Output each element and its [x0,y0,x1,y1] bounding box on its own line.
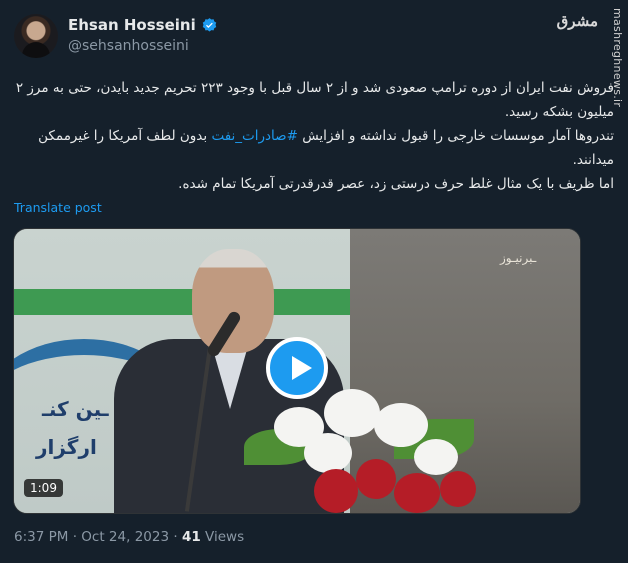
flower-white [304,433,352,473]
video-duration: 1:09 [24,479,63,497]
avatar[interactable] [14,14,58,58]
play-button[interactable] [266,337,328,399]
banner-text: ـین کنـ [42,397,109,421]
verified-badge-icon [202,17,216,32]
video-player[interactable]: ـین کنـ ارگزار ـبرنیـوز 1:09 [13,228,581,514]
play-icon [292,356,312,380]
tweet-line: فروش نفت ایران از دوره ترامپ صعودی شد و … [15,80,614,120]
post-time[interactable]: 6:37 PM [14,529,68,545]
channel-logo: ـبرنیـوز [500,251,537,265]
translate-post-link[interactable]: Translate post [14,200,102,215]
views-count: 41 [181,529,201,545]
tweet-line: تندروها آمار موسسات خارجی را قبول نداشته… [302,128,614,144]
speaker-head [192,249,274,353]
tweet-line: اما ظریف با یک مثال غلط حرف درستی زد، عص… [178,176,614,192]
watermark-logo: مشرق [556,12,598,30]
meta-separator: · [173,529,178,545]
author-name-row: Ehsan Hosseini [68,16,218,34]
flower-white [324,389,380,437]
backdrop-green-stripe [14,289,354,315]
flower-white [414,439,458,475]
tweet-text: فروش نفت ایران از دوره ترامپ صعودی شد و … [14,76,614,196]
flower-red [314,469,358,513]
banner-text: ارگزار [36,435,97,459]
tweet-line-with-hashtag: تندروها آمار موسسات خارجی را قبول نداشته… [14,124,614,172]
tweet-meta: 6:37 PM · Oct 24, 2023 · 41 Views [14,529,244,545]
tweet-header: Ehsan Hosseini @sehsanhosseini [14,14,574,68]
author-handle[interactable]: @sehsanhosseini [68,38,189,54]
flower-red [440,471,476,507]
author-name[interactable]: Ehsan Hosseini [68,16,196,34]
views-label: Views [205,529,245,545]
meta-separator: · [72,529,77,545]
flower-red [394,473,440,513]
hashtag-link[interactable]: #صادرات_نفت [211,128,297,144]
flower-arrangement [244,389,484,513]
flower-white [374,403,428,447]
post-date[interactable]: Oct 24, 2023 [81,529,169,545]
flower-red [356,459,396,499]
